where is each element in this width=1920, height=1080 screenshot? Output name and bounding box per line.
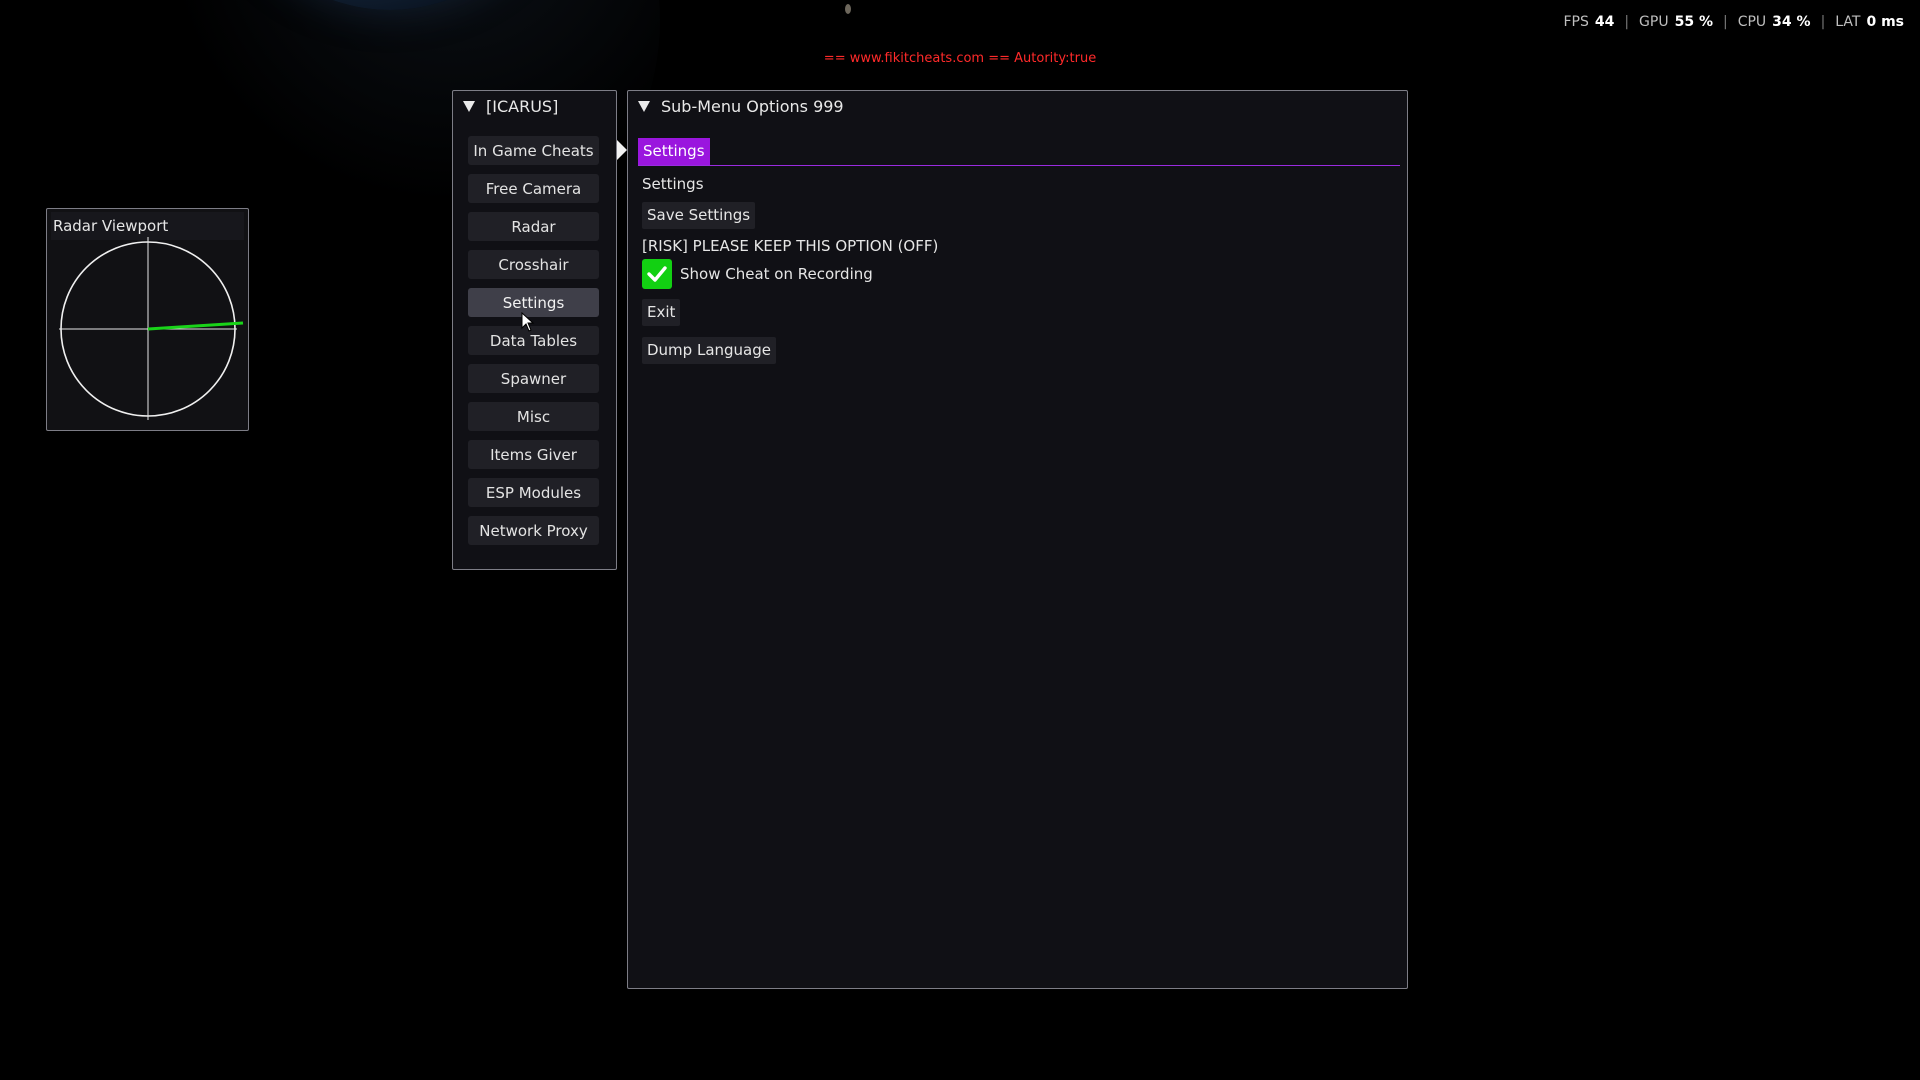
main-menu-title: [ICARUS] bbox=[486, 96, 559, 116]
latency-label: LAT bbox=[1835, 14, 1861, 30]
show-cheat-checkbox[interactable] bbox=[642, 259, 672, 289]
collapse-triangle-icon[interactable] bbox=[463, 100, 475, 112]
tab-settings[interactable]: Settings bbox=[638, 138, 710, 165]
separator: | bbox=[1820, 14, 1826, 30]
menu-item-radar[interactable]: Radar bbox=[468, 212, 599, 241]
collapse-triangle-icon[interactable] bbox=[638, 100, 650, 112]
menu-item-esp-modules[interactable]: ESP Modules bbox=[468, 478, 599, 507]
submenu-header[interactable]: Sub-Menu Options 999 bbox=[628, 91, 1407, 121]
submenu-pointer-icon bbox=[617, 140, 627, 160]
radar-window[interactable]: Radar Viewport bbox=[46, 208, 249, 431]
menu-item-items-giver[interactable]: Items Giver bbox=[468, 440, 599, 469]
latency-value: 0 ms bbox=[1866, 14, 1904, 30]
main-menu-list: In Game Cheats Free Camera Radar Crossha… bbox=[468, 136, 599, 554]
section-label: Settings bbox=[642, 175, 704, 193]
menu-item-spawner[interactable]: Spawner bbox=[468, 364, 599, 393]
fps-value: 44 bbox=[1594, 14, 1615, 30]
moon bbox=[845, 4, 851, 14]
save-settings-button[interactable]: Save Settings bbox=[642, 202, 756, 229]
risk-warning-label: [RISK] PLEASE KEEP THIS OPTION (OFF) bbox=[642, 237, 939, 255]
main-menu-header[interactable]: [ICARUS] bbox=[453, 91, 616, 121]
game-screen: FPS 44 | GPU 55 % | CPU 34 % | LAT 0 ms … bbox=[0, 0, 1920, 1080]
menu-item-in-game-cheats[interactable]: In Game Cheats bbox=[468, 136, 599, 165]
submenu-title: Sub-Menu Options 999 bbox=[661, 96, 844, 116]
menu-item-free-camera[interactable]: Free Camera bbox=[468, 174, 599, 203]
cpu-label: CPU bbox=[1737, 14, 1767, 30]
separator: | bbox=[1722, 14, 1728, 30]
submenu-window[interactable]: Sub-Menu Options 999 Settings Settings S… bbox=[627, 90, 1408, 989]
menu-item-network-proxy[interactable]: Network Proxy bbox=[468, 516, 599, 545]
show-cheat-label: Show Cheat on Recording bbox=[680, 265, 873, 283]
gpu-label: GPU bbox=[1639, 14, 1669, 30]
radar-heading-line bbox=[147, 321, 244, 331]
menu-item-crosshair[interactable]: Crosshair bbox=[468, 250, 599, 279]
cpu-value: 34 % bbox=[1772, 14, 1811, 30]
exit-button[interactable]: Exit bbox=[642, 299, 681, 326]
show-cheat-option[interactable]: Show Cheat on Recording bbox=[642, 259, 873, 289]
radar-title[interactable]: Radar Viewport bbox=[51, 212, 244, 240]
submenu-tabbar: Settings bbox=[638, 138, 1400, 166]
gpu-value: 55 % bbox=[1674, 14, 1713, 30]
fps-label: FPS bbox=[1563, 14, 1589, 30]
performance-overlay: FPS 44 | GPU 55 % | CPU 34 % | LAT 0 ms bbox=[1563, 14, 1904, 30]
dump-language-button[interactable]: Dump Language bbox=[642, 337, 776, 364]
radar-viewport bbox=[59, 237, 244, 420]
separator: | bbox=[1624, 14, 1630, 30]
checkmark-icon bbox=[647, 266, 667, 282]
mouse-cursor-icon bbox=[521, 312, 535, 332]
menu-item-misc[interactable]: Misc bbox=[468, 402, 599, 431]
watermark-text: == www.fikitcheats.com == Autority:true bbox=[823, 51, 1097, 66]
